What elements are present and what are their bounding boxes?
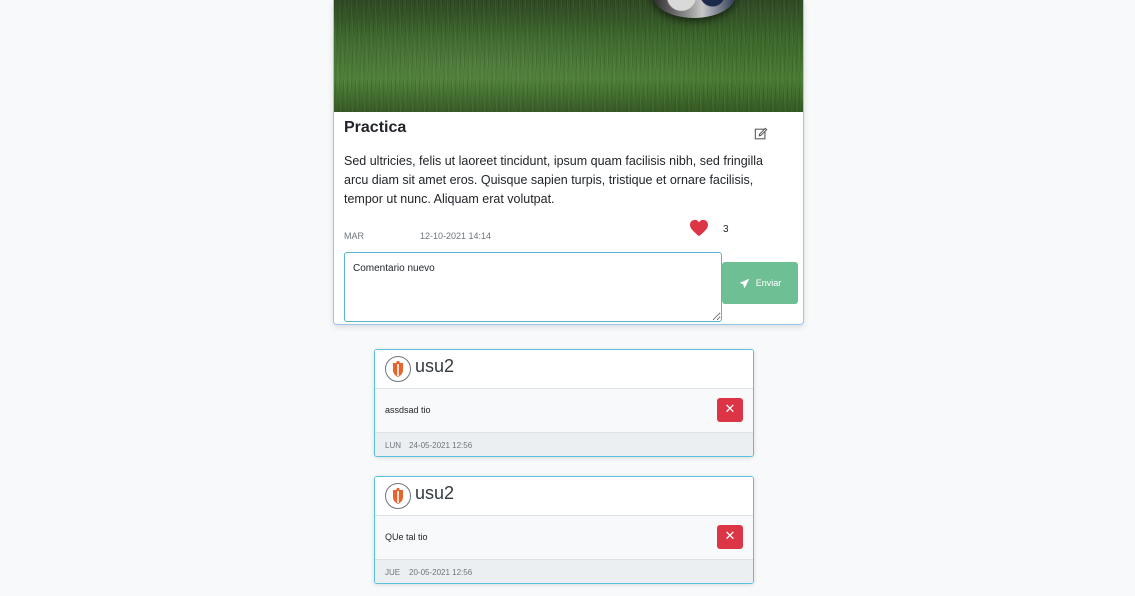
comment-header: usu2 — [375, 477, 753, 516]
comment-card: usu2 QUe tal tio ✕ JUE 20-05-2021 12:56 — [374, 476, 754, 584]
comment-date: 24-05-2021 12:56 — [409, 441, 473, 450]
comment-header: usu2 — [375, 350, 753, 389]
team-crest-icon — [385, 356, 411, 382]
send-button[interactable]: Enviar — [722, 262, 798, 304]
post-date: 12-10-2021 14:14 — [420, 231, 492, 241]
comment-text: QUe tal tio — [385, 532, 428, 542]
comment-date: 20-05-2021 12:56 — [409, 568, 473, 577]
post-body: Sed ultricies, felis ut laoreet tincidun… — [344, 154, 763, 206]
send-button-label: Enviar — [755, 278, 782, 288]
comment-footer: LUN 24-05-2021 12:56 — [375, 433, 753, 456]
heart-icon[interactable] — [689, 219, 709, 237]
comment-input[interactable]: Comentario nuevo — [344, 252, 722, 322]
comment-text: assdsad tio — [385, 405, 431, 415]
post-card: Practica Sed ultricies, felis ut laoreet… — [333, 0, 804, 325]
football-image — [652, 0, 736, 18]
comment-body: QUe tal tio ✕ — [375, 516, 753, 560]
comment-username: usu2 — [415, 483, 455, 503]
comment-card: usu2 assdsad tio ✕ LUN 24-05-2021 12:56 — [374, 349, 754, 457]
delete-comment-button[interactable]: ✕ — [717, 398, 743, 422]
comment-username: usu2 — [415, 356, 455, 376]
paper-plane-icon — [739, 278, 750, 288]
delete-comment-button[interactable]: ✕ — [717, 525, 743, 549]
edit-icon[interactable] — [754, 127, 768, 141]
team-crest-icon — [385, 483, 411, 509]
comment-day: LUN — [385, 441, 402, 450]
post-title: Practica — [344, 119, 407, 136]
likes-count: 3 — [723, 224, 729, 235]
comment-day: JUE — [385, 568, 401, 577]
comment-body: assdsad tio ✕ — [375, 389, 753, 433]
post-image — [334, 0, 803, 112]
comment-footer: JUE 20-05-2021 12:56 — [375, 560, 753, 583]
post-day: MAR — [344, 231, 364, 241]
